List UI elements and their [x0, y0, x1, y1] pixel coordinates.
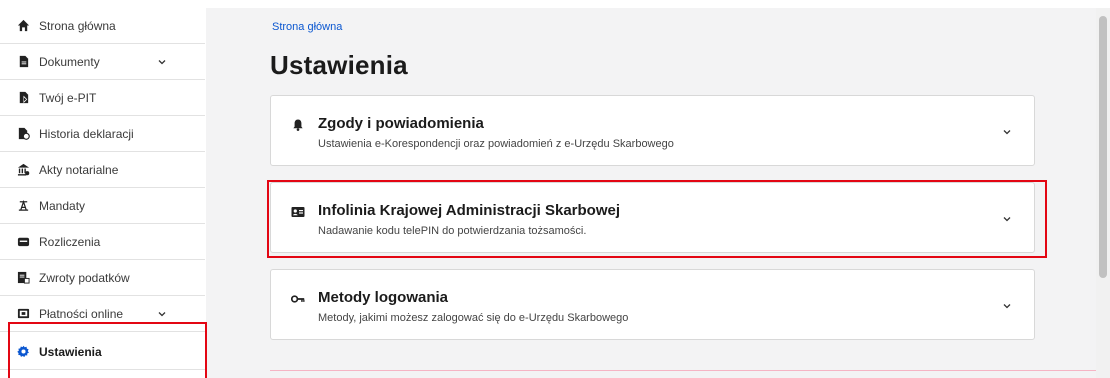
- refund-icon: [16, 271, 30, 285]
- sidebar-item-notary[interactable]: Akty notarialne: [0, 152, 205, 188]
- settings-card-consents[interactable]: Zgody i powiadomienia Ustawienia e-Kores…: [270, 95, 1035, 166]
- scrollbar-thumb[interactable]: [1099, 16, 1107, 278]
- main-content: Strona główna Ustawienia Zgody i powiado…: [206, 8, 1096, 378]
- breadcrumb[interactable]: Strona główna: [272, 21, 342, 33]
- sidebar-item-label: Rozliczenia: [39, 234, 101, 249]
- home-icon: [16, 19, 30, 33]
- ticket-icon: [16, 199, 30, 213]
- sidebar-item-label: Strona główna: [39, 18, 116, 33]
- settings-card-login-methods[interactable]: Metody logowania Metody, jakimi możesz z…: [270, 269, 1035, 340]
- sidebar: Strona główna Dokumenty Twój e-PIT Histo…: [0, 8, 205, 378]
- chevron-down-icon: [158, 312, 166, 317]
- sidebar-item-epit[interactable]: Twój e-PIT: [0, 80, 205, 116]
- sidebar-item-label: Historia deklaracji: [39, 126, 134, 141]
- sidebar-item-label: Zwroty podatków: [39, 270, 130, 285]
- card-title: Metody logowania: [318, 289, 449, 306]
- document-icon: [16, 55, 30, 69]
- card-title: Infolinia Krajowej Administracji Skarbow…: [318, 202, 621, 219]
- bell-icon: [293, 119, 303, 131]
- sidebar-item-documents[interactable]: Dokumenty: [0, 44, 205, 80]
- sidebar-item-history[interactable]: Historia deklaracji: [0, 116, 205, 152]
- sidebar-item-label: Mandaty: [39, 198, 86, 213]
- sidebar-item-payments[interactable]: Płatności online: [0, 296, 205, 332]
- history-icon: [16, 127, 30, 141]
- sidebar-item-label: Płatności online: [39, 306, 124, 321]
- notary-icon: [16, 163, 30, 177]
- payment-icon: [16, 307, 30, 321]
- id-card-icon: [291, 207, 305, 217]
- page-title: Ustawienia: [270, 50, 408, 80]
- sidebar-item-tickets[interactable]: Mandaty: [0, 188, 205, 224]
- gear-icon: [16, 345, 30, 359]
- sidebar-item-settlements[interactable]: Rozliczenia: [0, 224, 205, 260]
- chevron-down-icon: [1003, 217, 1011, 222]
- sidebar-item-label: Dokumenty: [39, 54, 100, 69]
- scrollbar[interactable]: [1096, 8, 1110, 378]
- sidebar-item-home[interactable]: Strona główna: [0, 8, 205, 44]
- sidebar-item-label: Ustawienia: [39, 344, 102, 359]
- wallet-icon: [16, 235, 30, 249]
- key-icon: [291, 295, 305, 303]
- sidebar-item-refunds[interactable]: Zwroty podatków: [0, 260, 205, 296]
- card-description: Metody, jakimi możesz zalogować się do e…: [318, 312, 629, 324]
- card-title: Zgody i powiadomienia: [318, 115, 484, 132]
- sidebar-item-label: Twój e-PIT: [39, 90, 97, 105]
- chevron-down-icon: [158, 60, 166, 65]
- card-description: Nadawanie kodu telePIN do potwierdzania …: [318, 225, 587, 237]
- sidebar-item-settings[interactable]: Ustawienia: [0, 334, 205, 370]
- chevron-down-icon: [1003, 304, 1011, 309]
- epit-icon: [16, 91, 30, 105]
- sidebar-item-label: Akty notarialne: [39, 162, 119, 177]
- settings-card-hotline[interactable]: Infolinia Krajowej Administracji Skarbow…: [270, 182, 1035, 253]
- card-description: Ustawienia e-Korespondencji oraz powiado…: [318, 138, 674, 150]
- divider: [270, 370, 1096, 371]
- chevron-down-icon: [1003, 130, 1011, 135]
